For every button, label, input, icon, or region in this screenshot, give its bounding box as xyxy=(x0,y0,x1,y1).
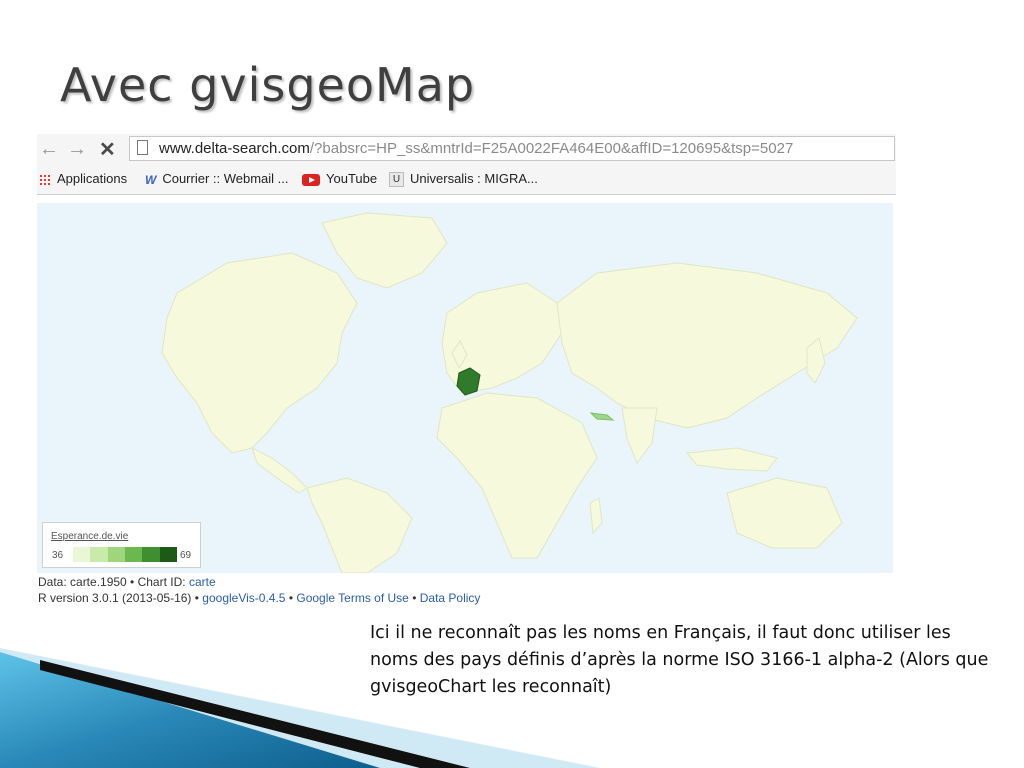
data-policy-link[interactable]: Data Policy xyxy=(420,591,481,605)
legend-min: 36 xyxy=(52,550,64,561)
legend-gradient xyxy=(73,547,177,562)
navigation-bar: ← → ✕ www.delta-search.com/?babsrc=HP_ss… xyxy=(37,134,896,164)
color-legend: Esperance.de.vie 36 69 xyxy=(42,522,201,568)
caption-separator: • xyxy=(285,591,297,605)
data-caption: Data: carte.1950 • Chart ID: carte xyxy=(38,575,216,589)
decorative-swoosh xyxy=(0,648,600,768)
north-america-shape xyxy=(161,252,358,454)
indonesia-shape xyxy=(686,447,778,472)
bookmarks-bar: Applications W Courrier :: Webmail ... Yo… xyxy=(37,166,896,192)
bookmark-label: Universalis : MIGRA... xyxy=(410,171,538,186)
browser-chrome: ← → ✕ www.delta-search.com/?babsrc=HP_ss… xyxy=(37,134,896,195)
u-icon: U xyxy=(389,172,404,188)
legend-max: 69 xyxy=(180,550,192,561)
version-caption: R version 3.0.1 (2013-05-16) • googleVis… xyxy=(38,591,480,605)
africa-shape xyxy=(436,392,598,559)
greenland-shape xyxy=(321,212,448,289)
url-text[interactable]: www.delta-search.com/?babsrc=HP_ss&mntrI… xyxy=(159,140,793,157)
caption-data-text: Data: carte.1950 • Chart ID: xyxy=(38,575,189,589)
india-shape xyxy=(621,407,658,465)
bookmark-label: Applications xyxy=(57,171,128,186)
bookmark-youtube[interactable]: YouTube xyxy=(302,171,377,186)
bookmark-label: YouTube xyxy=(326,171,378,186)
bookmark-label: Courrier :: Webmail ... xyxy=(162,171,289,186)
address-bar[interactable]: www.delta-search.com/?babsrc=HP_ss&mntrI… xyxy=(129,136,895,161)
url-query: /?babsrc=HP_ss&mntrId=F25A0022FA464E00&a… xyxy=(309,140,794,157)
w-icon: W xyxy=(145,172,157,187)
bookmark-applications[interactable]: Applications xyxy=(39,171,127,186)
terms-link[interactable]: Google Terms of Use xyxy=(296,591,409,605)
apps-grid-icon xyxy=(39,173,51,186)
australia-shape xyxy=(726,477,843,549)
world-map-svg xyxy=(161,212,858,574)
caption-version-text: R version 3.0.1 (2013-05-16) • xyxy=(38,591,203,605)
nepal-shape xyxy=(589,412,615,421)
bookmark-universalis[interactable]: U Universalis : MIGRA... xyxy=(389,171,538,188)
caption-separator: • xyxy=(408,591,420,605)
madagascar-shape xyxy=(589,497,603,535)
south-america-shape xyxy=(306,477,413,574)
bookmark-courrier[interactable]: W Courrier :: Webmail ... xyxy=(145,171,289,187)
chart-id-link[interactable]: carte xyxy=(189,575,216,589)
stop-icon[interactable]: ✕ xyxy=(99,137,116,162)
url-host: www.delta-search.com xyxy=(159,140,310,157)
slide-title: Avec gvisgeoMap xyxy=(60,58,476,112)
back-arrow-icon[interactable]: ← xyxy=(39,138,59,161)
page-icon xyxy=(137,140,148,155)
world-map[interactable] xyxy=(37,203,893,574)
youtube-icon xyxy=(302,173,320,186)
legend-title: Esperance.de.vie xyxy=(51,531,129,542)
central-america-shape xyxy=(251,447,308,494)
forward-arrow-icon[interactable]: → xyxy=(67,138,87,161)
googlevis-link[interactable]: googleVis-0.4.5 xyxy=(202,591,285,605)
